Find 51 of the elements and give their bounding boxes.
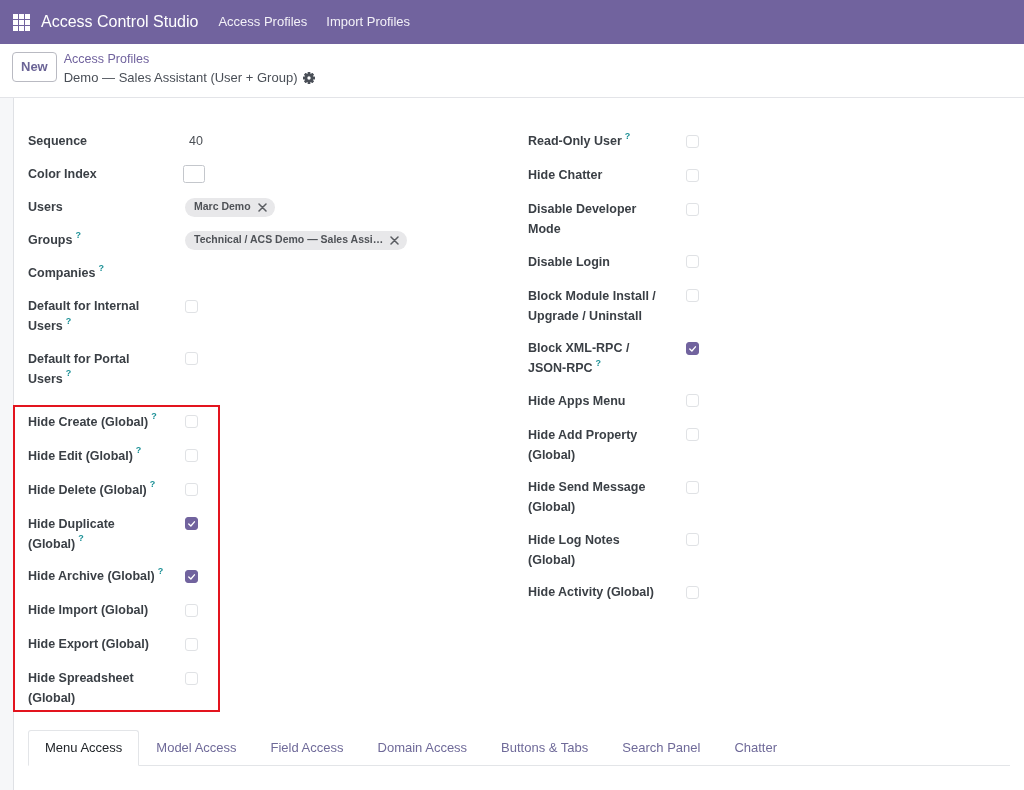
field-label: Block Module Install / Upgrade / Uninstall <box>528 287 657 325</box>
tab[interactable]: Buttons & Tabs <box>484 729 606 766</box>
field-label: Disable Developer Mode <box>528 201 638 238</box>
field-label: Hide Spreadsheet (Global) <box>28 670 135 707</box>
tab[interactable]: Domain Access <box>360 729 485 766</box>
checkbox[interactable] <box>185 517 198 530</box>
field-label: Hide Edit (Global)$^{?}$ <box>28 445 143 465</box>
check-icon <box>186 518 197 529</box>
field-label: Hide Export (Global) <box>28 636 150 653</box>
field-label: Disable Login <box>528 253 611 271</box>
apps-menu-icon[interactable] <box>13 13 30 31</box>
field-label: Hide Log Notes (Global) <box>528 531 621 569</box>
field-label: Default for Internal Users$^{?}$ <box>28 298 141 335</box>
breadcrumb-link[interactable]: Access Profiles <box>63 51 150 67</box>
record-title: Demo — Sales Assistant (User + Group) <box>63 68 298 87</box>
menu-item[interactable]: Import Profiles <box>326 12 411 32</box>
tab[interactable]: Menu Access <box>28 729 140 766</box>
checkbox[interactable] <box>185 569 198 583</box>
field-label: Hide Apps Menu <box>528 392 627 410</box>
remove-icon[interactable] <box>390 235 400 245</box>
field-label: Hide Archive (Global)$^{?}$ <box>28 566 165 585</box>
field-label: Hide Add Property (Global) <box>528 426 639 464</box>
field-label: Users <box>28 199 64 216</box>
field-label: Default for Portal Users$^{?}$ <box>28 350 131 388</box>
field-label: Block XML-RPC / JSON-RPC$^{?}$ <box>528 340 631 377</box>
tab[interactable]: Chatter <box>717 729 795 766</box>
field-label: Read-Only User$^{?}$ <box>528 131 632 150</box>
checkbox[interactable] <box>686 341 699 355</box>
tab[interactable]: Model Access <box>139 729 254 766</box>
tag-label: Marc Demo <box>194 199 251 215</box>
field-label: Companies$^{?}$ <box>28 263 105 282</box>
tab[interactable]: Search Panel <box>605 729 718 766</box>
gear-icon[interactable] <box>303 71 316 84</box>
field-label: Hide Delete (Global)$^{?}$ <box>28 479 157 499</box>
tab[interactable]: Field Access <box>253 729 361 766</box>
field-label: Hide Activity (Global) <box>528 584 655 601</box>
app-title[interactable]: Access Control Studio <box>41 10 199 34</box>
color-swatch-icon[interactable] <box>183 165 205 183</box>
menu-item[interactable]: Access Profiles <box>218 12 308 32</box>
field-label: Sequence <box>28 133 89 150</box>
new-button[interactable]: New <box>12 52 57 82</box>
field-label: Hide Import (Global) <box>28 602 150 619</box>
field-label: Hide Create (Global)$^{?}$ <box>28 411 158 431</box>
field-label: Hide Duplicate (Global)$^{?}$ <box>28 515 116 553</box>
field-label: Hide Chatter <box>528 167 604 184</box>
tag-label: Technical / ACS Demo — Sales Assi… <box>194 232 384 248</box>
field-value[interactable]: 40 <box>185 131 203 151</box>
field-label: Groups$^{?}$ <box>28 230 82 249</box>
field-label: Color Index <box>28 166 98 183</box>
field-label: Hide Send Message (Global) <box>528 479 647 516</box>
remove-icon[interactable] <box>257 202 267 212</box>
